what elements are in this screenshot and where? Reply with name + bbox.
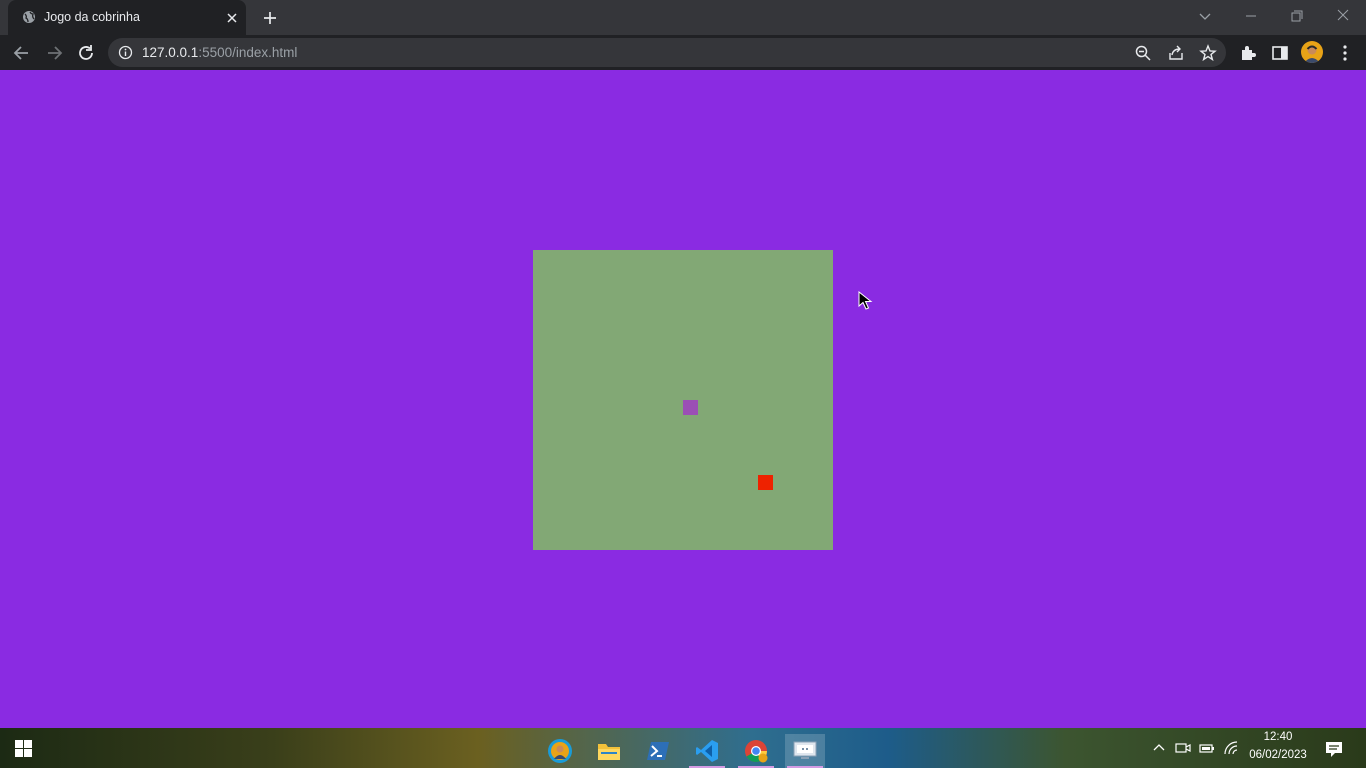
powershell-icon [647,742,669,760]
url-path: :5500/index.html [198,45,298,60]
mouse-cursor-icon [858,291,873,310]
profile-photo-icon [1304,45,1320,63]
taskbar-file-explorer[interactable] [589,734,629,768]
side-panel-icon[interactable] [1269,42,1291,64]
restore-icon[interactable] [1286,6,1308,26]
close-window-icon[interactable] [1332,6,1354,26]
back-arrow-icon[interactable] [11,42,33,64]
globe-icon [23,11,35,23]
taskbar-remote-desktop[interactable] [785,734,825,768]
taskbar-chrome[interactable] [736,734,776,768]
tab-title: Jogo da cobrinha [44,10,140,24]
browser-tab[interactable]: Jogo da cobrinha [8,0,246,35]
monitor-icon [793,741,817,759]
reload-icon[interactable] [75,42,97,64]
vscode-icon [696,740,718,762]
address-bar[interactable]: 127.0.0.1:5500/index.html [108,38,1226,67]
snake-segment [683,400,698,415]
taskbar-vscode[interactable] [687,734,727,768]
food-item [758,475,773,490]
url-text: 127.0.0.1:5500/index.html [142,45,297,60]
battery-icon[interactable] [1199,740,1215,756]
close-tab-icon[interactable] [224,10,240,26]
taskbar-chrome-profile[interactable] [540,734,580,768]
folder-icon [598,744,620,760]
taskbar-clock-date[interactable]: 06/02/2023 [1246,749,1310,761]
show-hidden-icons-chevron-icon[interactable] [1151,740,1167,756]
new-tab-button[interactable] [260,8,280,28]
bookmark-star-icon[interactable] [1199,44,1217,62]
notifications-icon[interactable] [1325,740,1343,758]
extensions-puzzle-icon[interactable] [1237,42,1259,64]
chrome-profile-icon [548,739,572,763]
profile-avatar[interactable] [1301,41,1323,63]
tab-search-icon[interactable] [1196,8,1214,24]
forward-arrow-icon[interactable] [43,42,65,64]
share-icon[interactable] [1167,44,1185,62]
wifi-icon[interactable] [1223,740,1239,756]
browser-toolbar: 127.0.0.1:5500/index.html [0,35,1366,70]
more-menu-icon[interactable] [1334,42,1356,64]
windows-taskbar [0,728,1366,768]
minimize-icon[interactable] [1240,6,1262,26]
game-board[interactable] [533,250,833,550]
taskbar-clock-time[interactable]: 12:40 [1246,731,1310,743]
url-host: 127.0.0.1 [142,45,199,60]
taskbar-powershell[interactable] [638,734,678,768]
chrome-icon [745,740,768,763]
site-info-icon[interactable] [118,45,133,60]
zoom-out-icon[interactable] [1134,44,1152,62]
meet-now-icon[interactable] [1175,740,1191,756]
browser-tab-strip: Jogo da cobrinha [0,0,1366,35]
windows-start-icon[interactable] [15,740,32,757]
page-viewport [0,70,1366,728]
